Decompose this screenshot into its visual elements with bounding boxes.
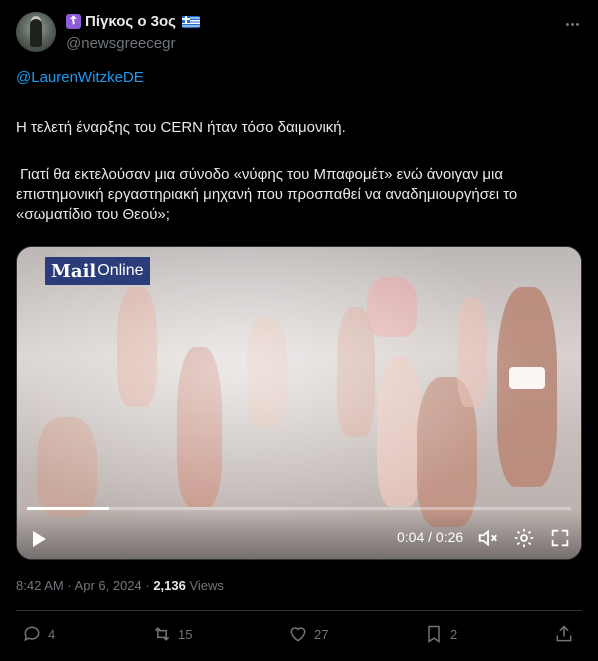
display-name[interactable]: Πίγκος ο 3ος [85, 13, 176, 30]
greece-flag-icon [181, 15, 200, 28]
tweet: ☦ Πίγκος ο 3ος @newsgreecegr @LaurenWitz… [0, 0, 598, 661]
views-label: Views [185, 578, 224, 593]
tweet-text-line2: Γιατί θα εκτελούσαν μια σύνοδο «νύφης το… [16, 166, 522, 223]
share-icon [556, 625, 572, 642]
repost-count: 15 [178, 626, 193, 642]
divider [16, 610, 582, 611]
reply-icon [24, 626, 40, 642]
bookmark-icon [428, 625, 440, 643]
mention-link[interactable]: @LaurenWitzkeDE [16, 68, 576, 88]
tweet-meta: 8:42 AM · Apr 6, 2024 · 2,136 Views [16, 578, 224, 593]
mailonline-logo: Mail Online [45, 257, 150, 285]
action-bar: 4 15 27 2 [16, 620, 582, 650]
video-progress-fill [27, 507, 109, 510]
video-time: 0:04 / 0:26 [397, 529, 464, 545]
orthodox-cross-icon: ☦ [66, 14, 81, 29]
repost-button[interactable]: 15 [152, 624, 192, 644]
views-count: 2,136 [153, 578, 186, 593]
fullscreen-icon[interactable] [549, 527, 571, 549]
like-button[interactable]: 27 [288, 624, 328, 644]
post-date[interactable]: Apr 6, 2024 [75, 578, 142, 593]
heart-icon [290, 627, 306, 642]
post-time[interactable]: 8:42 AM [16, 578, 64, 593]
author-name-row[interactable]: ☦ Πίγκος ο 3ος [66, 13, 200, 30]
video-progress-bar[interactable] [27, 507, 571, 510]
author-handle[interactable]: @newsgreecegr [66, 35, 175, 52]
like-count: 27 [314, 626, 329, 642]
play-icon[interactable] [33, 531, 46, 547]
reply-button[interactable]: 4 [22, 624, 55, 644]
tweet-text-line1: Η τελετή έναρξης του CERN ήταν τόσο δαιμ… [16, 119, 346, 136]
mute-icon[interactable] [477, 527, 499, 549]
more-options-icon[interactable] [562, 14, 582, 34]
repost-icon [154, 627, 170, 641]
video-player[interactable]: Mail Online 0:04 / 0:26 [16, 246, 582, 560]
share-button[interactable] [554, 624, 574, 644]
bookmark-count: 2 [450, 626, 458, 642]
bookmark-button[interactable]: 2 [424, 624, 457, 644]
reply-count: 4 [48, 626, 56, 642]
avatar[interactable] [16, 12, 56, 52]
settings-gear-icon[interactable] [513, 527, 535, 549]
